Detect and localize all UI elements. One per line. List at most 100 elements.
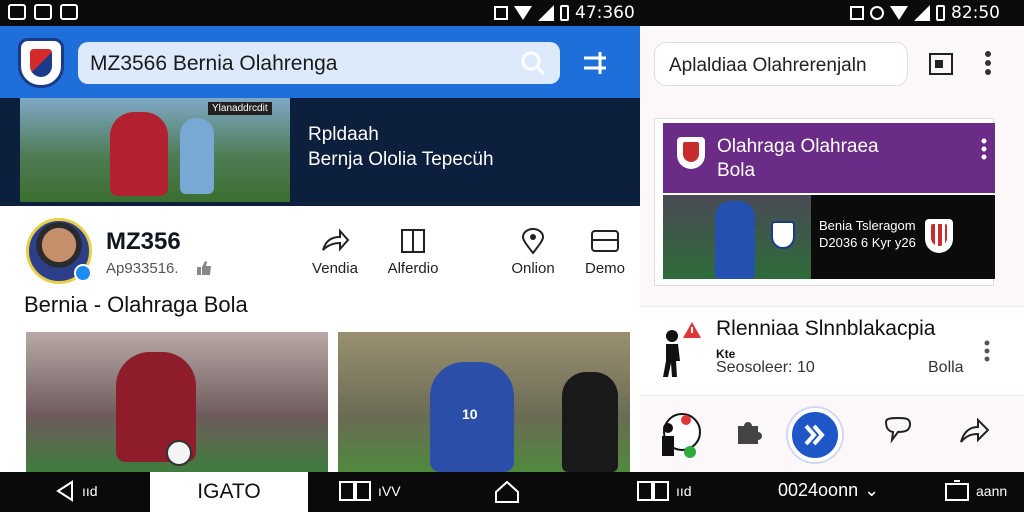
featured-banner[interactable]: Ylanaddrcdit Rpldaah Bernja Ololia Tepec… [0,98,640,206]
status-time-left: 47:360 [575,3,635,23]
home-icon [495,480,519,503]
video-text: Benia Tsleragom D2036 6 Kyr y26 [819,217,916,251]
banner-title-line2: Bernja Ololia Tepecüh [308,149,494,170]
share-icon[interactable] [958,416,992,446]
more-vert-icon[interactable] [981,137,987,161]
back-icon [56,480,73,502]
location-icon [521,228,545,254]
nav-dropdown[interactable]: 0024oonn ⌄ [778,480,879,501]
search-input-value: MZ3566 Bernia Olahrenga [90,52,338,75]
recents-icon [339,481,371,501]
player-figure [715,201,755,279]
action-label: Vendia [312,260,358,277]
video-line2: D2036 6 Kyr y26 [819,235,916,250]
player-figure [110,112,168,196]
referee-figure [562,372,618,472]
alarm-icon [870,6,884,20]
search-input-value: Aplaldiaa Olahrerenjaln [669,55,867,76]
nav-active-tab[interactable]: IGATO [150,472,308,512]
nav-recents[interactable]: ıVV [338,480,401,502]
search-icon[interactable] [520,50,546,76]
banner-image: Ylanaddrcdit [20,98,290,202]
post-title: Bernia - Olahraga Bola [24,292,248,317]
bookmark-icon [401,229,425,253]
channel-header[interactable]: Olahraga Olahraea Bola [663,123,995,193]
gallery-icon [34,4,52,20]
video-thumbnail [663,195,811,279]
battery-icon [560,5,569,21]
more-vert-icon[interactable] [984,339,990,363]
cast-icon[interactable] [928,52,954,76]
top-app-bar: MZ3566 Bernia Olahrenga [0,26,640,98]
nav-recents-right[interactable]: ııd [636,480,692,502]
warning-icon [683,322,701,338]
share-icon [322,228,350,252]
recents-icon [637,481,669,501]
post-photo[interactable]: 10 [338,332,630,472]
banner-text: Rpldaah Bernja Ololia Tepecüh [308,122,494,172]
club-logo-icon[interactable] [18,38,64,88]
card-icon [591,230,619,252]
status-time-right: 82:50 [951,3,1000,23]
more-vert-icon[interactable] [984,50,992,76]
club-badge-icon [771,221,795,249]
action-label: Demo [584,260,625,277]
window-icon [945,480,969,501]
status-bar-left-pane-status: 47:360 [494,3,635,23]
profile-subtitle: Ap933516. [106,260,179,277]
nav-home[interactable] [494,480,520,504]
banner-title-line1: Rpldaah [308,124,379,145]
search-input[interactable]: Aplaldiaa Olahrerenjaln [654,42,908,86]
nav-dropdown-value: 0024oonn [778,480,859,500]
channel-title: Olahraga Olahraea Bola [717,135,879,183]
nav-back[interactable]: ııd [54,480,98,502]
action-bookmark[interactable]: Alferdio [378,228,448,278]
list-item-detail: Seosoleer: 10 [716,359,815,376]
post-photo[interactable] [26,332,328,472]
next-button[interactable] [788,408,842,462]
chevron-down-icon: ⌄ [864,480,880,500]
coach-icon[interactable] [656,412,704,460]
signal-icon [538,5,554,21]
screen: 47:360 82:50 MZ3566 Bernia Olahrenga Yla… [0,0,1024,512]
navigation-bar: ııd IGATO ıVV ııd 0024oonn ⌄ aann [0,472,1024,512]
action-label: Onlion [511,260,555,277]
filter-icon[interactable] [580,48,610,78]
club-shield-icon [677,137,705,169]
notification-icon [8,4,26,20]
club-shield-icon [925,219,953,253]
profile-name: MZ356 [106,228,181,255]
nav-overview[interactable]: aann [944,480,1007,502]
channel-panel: Olahraga Olahraea Bola Benia Tsleragom D… [654,118,995,286]
action-location[interactable]: Onlion [498,228,568,278]
nav-label: ııd [82,483,98,499]
puzzle-icon[interactable] [734,418,762,446]
profile-actions: Vendia Alferdio Onlion Demo [300,228,625,288]
action-share[interactable]: Vendia [300,228,370,278]
nav-label: aann [976,483,1008,499]
status-bar-left-icons [8,4,78,20]
list-item-title: Rlenniaa Slnnblakacpia [716,317,936,340]
battery-icon [936,5,945,21]
list-item[interactable]: Rlenniaa Slnnblakacpia Kte Seosoleer: 10… [640,306,1024,396]
player-figure: 10 [430,362,514,472]
ball-icon [166,440,192,466]
profile-card: MZ356 Ap933516. Vendia Alferdio Onlion D… [10,208,630,472]
status-bar-right-pane-status: 82:50 [850,3,1000,23]
list-item-meta: Bolla [928,359,964,376]
video-card[interactable]: Benia Tsleragom D2036 6 Kyr y26 [663,195,995,279]
image-icon [60,4,78,20]
wifi-icon [890,6,908,20]
action-card[interactable]: Demo [570,228,640,278]
channel-title-line2: Bola [717,160,756,181]
fast-forward-icon [804,424,825,446]
right-app-pane: Aplaldiaa Olahrerenjaln Olahraga Olahrae… [640,26,1024,472]
jersey-number: 10 [462,406,478,422]
nav-label: ııd [676,483,692,499]
banner-tag: Ylanaddrcdit [208,102,272,115]
signal-icon [914,5,930,21]
nfc-icon [850,6,864,20]
thumbs-up-icon[interactable] [196,260,212,276]
search-input[interactable]: MZ3566 Bernia Olahrenga [78,42,560,84]
comment-icon[interactable] [882,416,914,446]
